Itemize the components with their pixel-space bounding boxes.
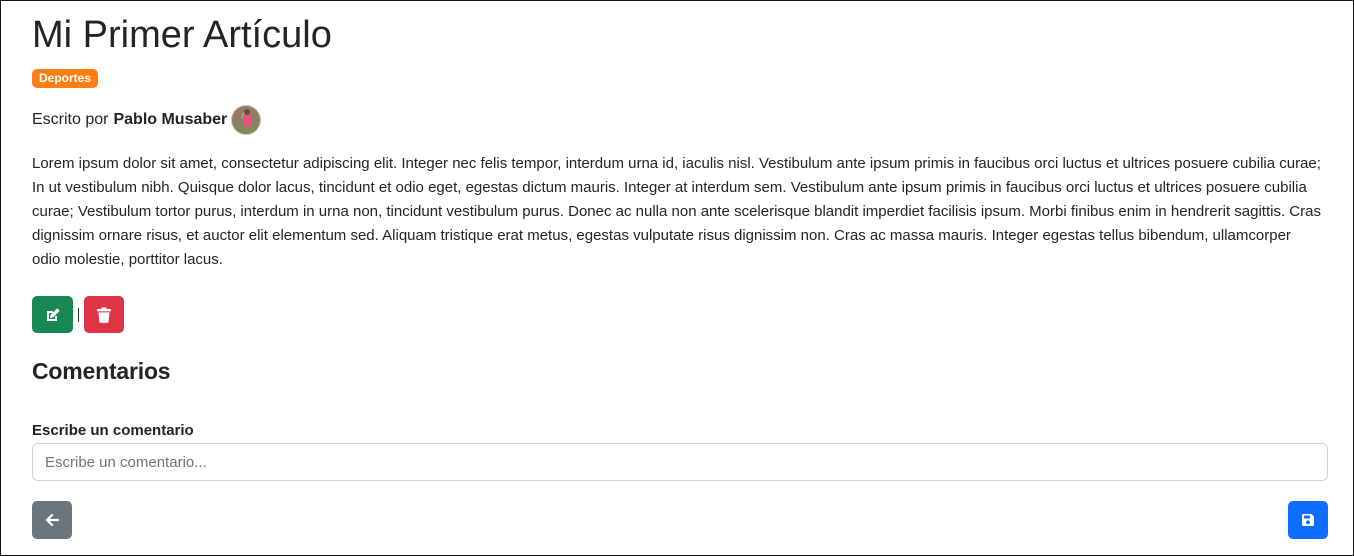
- comment-field-label: Escribe un comentario: [32, 422, 194, 439]
- avatar-figure: [243, 113, 252, 127]
- byline-prefix: Escrito por: [32, 111, 109, 128]
- comments-heading: Comentarios: [32, 358, 171, 384]
- edit-button[interactable]: [32, 296, 73, 333]
- article-actions: [32, 296, 124, 333]
- save-button[interactable]: [1288, 501, 1328, 539]
- floppy-disk-icon: [1301, 513, 1315, 527]
- comment-input[interactable]: [32, 443, 1328, 481]
- action-separator: [78, 307, 79, 322]
- trash-icon: [97, 306, 111, 323]
- arrow-left-icon: [45, 513, 59, 527]
- category-badge: Deportes: [32, 69, 99, 88]
- author-name: Pablo Musaber: [113, 111, 228, 128]
- delete-button[interactable]: [84, 296, 124, 333]
- page-frame: Mi Primer Artículo Deportes Escrito por …: [0, 0, 1354, 556]
- article-body: Lorem ipsum dolor sit amet, consectetur …: [32, 155, 1321, 268]
- edit-icon: [45, 307, 61, 323]
- byline: Escrito por Pablo Musaber: [32, 105, 262, 135]
- back-button[interactable]: [32, 501, 72, 539]
- author-avatar: [231, 105, 262, 135]
- article-title: Mi Primer Artículo: [32, 14, 332, 56]
